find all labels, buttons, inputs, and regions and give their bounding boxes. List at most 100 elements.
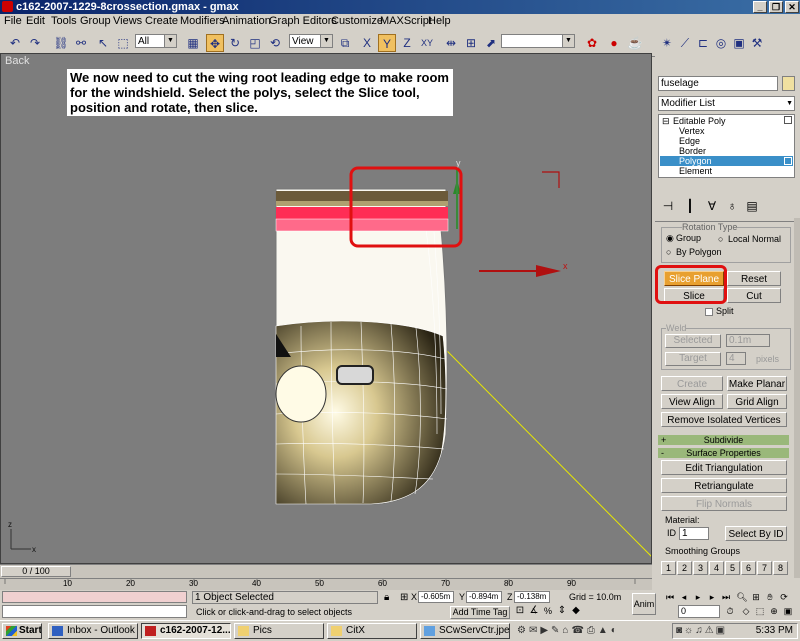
radio-local-normal-icon[interactable]: ○ [718,234,723,244]
task-outlook[interactable]: Inbox - Outlook ... [48,623,138,639]
flip-normals-button[interactable]: Flip Normals [661,496,787,511]
scale-icon[interactable]: ◰ [246,34,264,52]
stack-toggle-box[interactable] [784,157,792,165]
stack-toggle-box[interactable] [784,116,792,124]
z-coordinate-field[interactable]: -0.138m [514,591,550,603]
next-frame-icon[interactable]: ▸ [706,591,718,603]
reset-plane-button[interactable]: Reset Plane [727,271,781,300]
angle-snap-icon[interactable]: ∡ [528,605,540,617]
retriangulate-button[interactable]: Retriangulate [661,478,787,493]
menu-maxscript[interactable]: MAXScript [380,15,432,27]
stack-polygon[interactable]: Polygon [679,156,712,166]
maximize-button[interactable]: ❐ [769,1,783,13]
configure-sets-icon[interactable]: ▤ [743,197,761,215]
smoothing-group-8[interactable]: 8 [773,561,788,575]
time-slider-thumb[interactable]: 0 / 100 [1,566,71,577]
maximize-viewport-icon[interactable]: ▣ [782,605,794,617]
show-end-result-icon[interactable]: ┃ [681,197,699,215]
split-checkbox[interactable] [705,308,713,316]
arc-rotate-icon[interactable]: ⊕ [768,605,780,617]
unlink-icon[interactable]: ⚯ [72,34,90,52]
weld-threshold-field[interactable]: 0.1m [726,334,770,347]
stack-editable-poly[interactable]: Editable Poly [673,116,726,126]
pin-stack-icon[interactable]: ⊣ [659,197,677,215]
radio-by-polygon-label[interactable]: By Polygon [676,247,722,257]
menu-views[interactable]: Views [113,15,142,27]
maxscript-listener-white[interactable] [2,605,187,618]
smoothing-group-7[interactable]: 7 [757,561,772,575]
animate-mode-button[interactable]: Anim [632,593,656,615]
select-by-name-icon[interactable]: ▦ [184,34,202,52]
y-axis-icon[interactable]: Y [378,34,396,52]
selection-filter-dropdown[interactable]: All ▼ [135,34,177,48]
smoothing-group-6[interactable]: 6 [741,561,756,575]
select-object-icon[interactable]: ↖ [94,34,112,52]
viewport-back[interactable]: Back We now need to cut the wing root le… [0,53,652,564]
object-color-swatch[interactable] [782,76,795,91]
material-editor-icon[interactable]: ✿ [583,34,601,52]
weld-selected-button[interactable]: Selected [665,334,721,348]
mirror-icon[interactable]: ⇹ [442,34,460,52]
modify-tab-icon[interactable]: ⟋ [676,34,694,52]
add-time-tag-button[interactable]: Add Time Tag [450,606,510,619]
edit-triangulation-button[interactable]: Edit Triangulation [661,460,787,475]
region-zoom-icon[interactable]: ⬚ [754,605,766,617]
reference-coord-dropdown[interactable]: View ▼ [289,34,333,48]
link-icon[interactable]: ⛓ [52,34,70,52]
motion-tab-icon[interactable]: ◎ [712,34,730,52]
display-tab-icon[interactable]: ▣ [730,34,748,52]
subdivide-rollout[interactable]: + Subdivide [658,435,789,445]
absolute-mode-icon[interactable]: ⊞ [400,592,408,603]
z-axis-icon[interactable]: Z [398,34,416,52]
quick-launch-icons[interactable]: ⚙✉▶✎⌂☎⎙▲◐ [517,623,667,639]
stack-border[interactable]: Border [679,146,706,156]
region-select-icon[interactable]: ⬚ [114,34,132,52]
task-scwservctr[interactable]: SCwServCtr.jpe... [420,623,510,639]
weld-target-pixels-field[interactable]: 4 [726,352,746,365]
grid-align-button[interactable]: Grid Align [727,394,787,409]
goto-start-icon[interactable]: ⏮︎ [664,591,676,603]
spinner-snap-icon[interactable]: ⇕ [556,605,568,617]
surface-properties-rollout[interactable]: - Surface Properties [658,448,789,458]
cut-button[interactable]: Cut [727,288,781,303]
radio-local-normal-label[interactable]: Local Normal [728,234,781,244]
object-name-field[interactable]: fuselage [658,76,778,91]
field-of-view-icon[interactable]: ◇ [740,605,752,617]
menu-graph-editors[interactable]: Graph Editors [269,15,337,27]
smoothing-group-1[interactable]: 1 [661,561,676,575]
close-button[interactable]: ✕ [785,1,799,13]
menu-group[interactable]: Group [80,15,111,27]
menu-edit[interactable]: Edit [26,15,45,27]
move-icon[interactable]: ✥ [206,34,224,52]
menu-modifiers[interactable]: Modifiers [180,15,225,27]
menu-tools[interactable]: Tools [51,15,77,27]
reference-coord-icon[interactable]: ⟲ [266,34,284,52]
utilities-tab-icon[interactable]: ⚒ [748,34,766,52]
material-id-spinner[interactable]: 1 [679,527,709,540]
key-filter-icon[interactable]: ◆ [570,605,582,617]
xy-plane-icon[interactable]: XY [418,34,436,52]
redo-icon[interactable]: ↷ [26,34,44,52]
view-align-button[interactable]: View Align [661,394,723,409]
radio-by-polygon-icon[interactable]: ○ [666,247,671,257]
quick-render-icon[interactable]: ☕ [626,34,644,52]
align-icon[interactable]: ⊞ [462,34,480,52]
time-config-icon[interactable]: ⏱︎ [724,605,736,617]
split-label[interactable]: Split [716,306,734,316]
snap-toggle-icon[interactable]: ⊡ [514,605,526,617]
current-frame-field[interactable]: 0 [678,605,720,618]
radio-group-icon[interactable]: ◉ [666,233,674,244]
play-icon[interactable]: ▸ [692,591,704,603]
menu-help[interactable]: Help [428,15,451,27]
named-selection-icon[interactable]: ⬈ [482,34,500,52]
minimize-button[interactable]: _ [753,1,767,13]
task-citx[interactable]: CitX [327,623,417,639]
stack-vertex[interactable]: Vertex [679,126,705,136]
named-selection-dropdown[interactable]: ▼ [501,34,575,48]
modifier-stack[interactable]: ⊟ Editable Poly Vertex Edge Border Polyg… [658,114,795,178]
tray-icons[interactable]: ◙☼♫⚠▣ [676,625,727,636]
start-button[interactable]: Start [2,623,42,639]
y-coordinate-field[interactable]: -0.894m [466,591,502,603]
orbit-icon[interactable]: ⟳ [778,591,790,603]
make-planar-button[interactable]: Make Planar [727,376,787,391]
